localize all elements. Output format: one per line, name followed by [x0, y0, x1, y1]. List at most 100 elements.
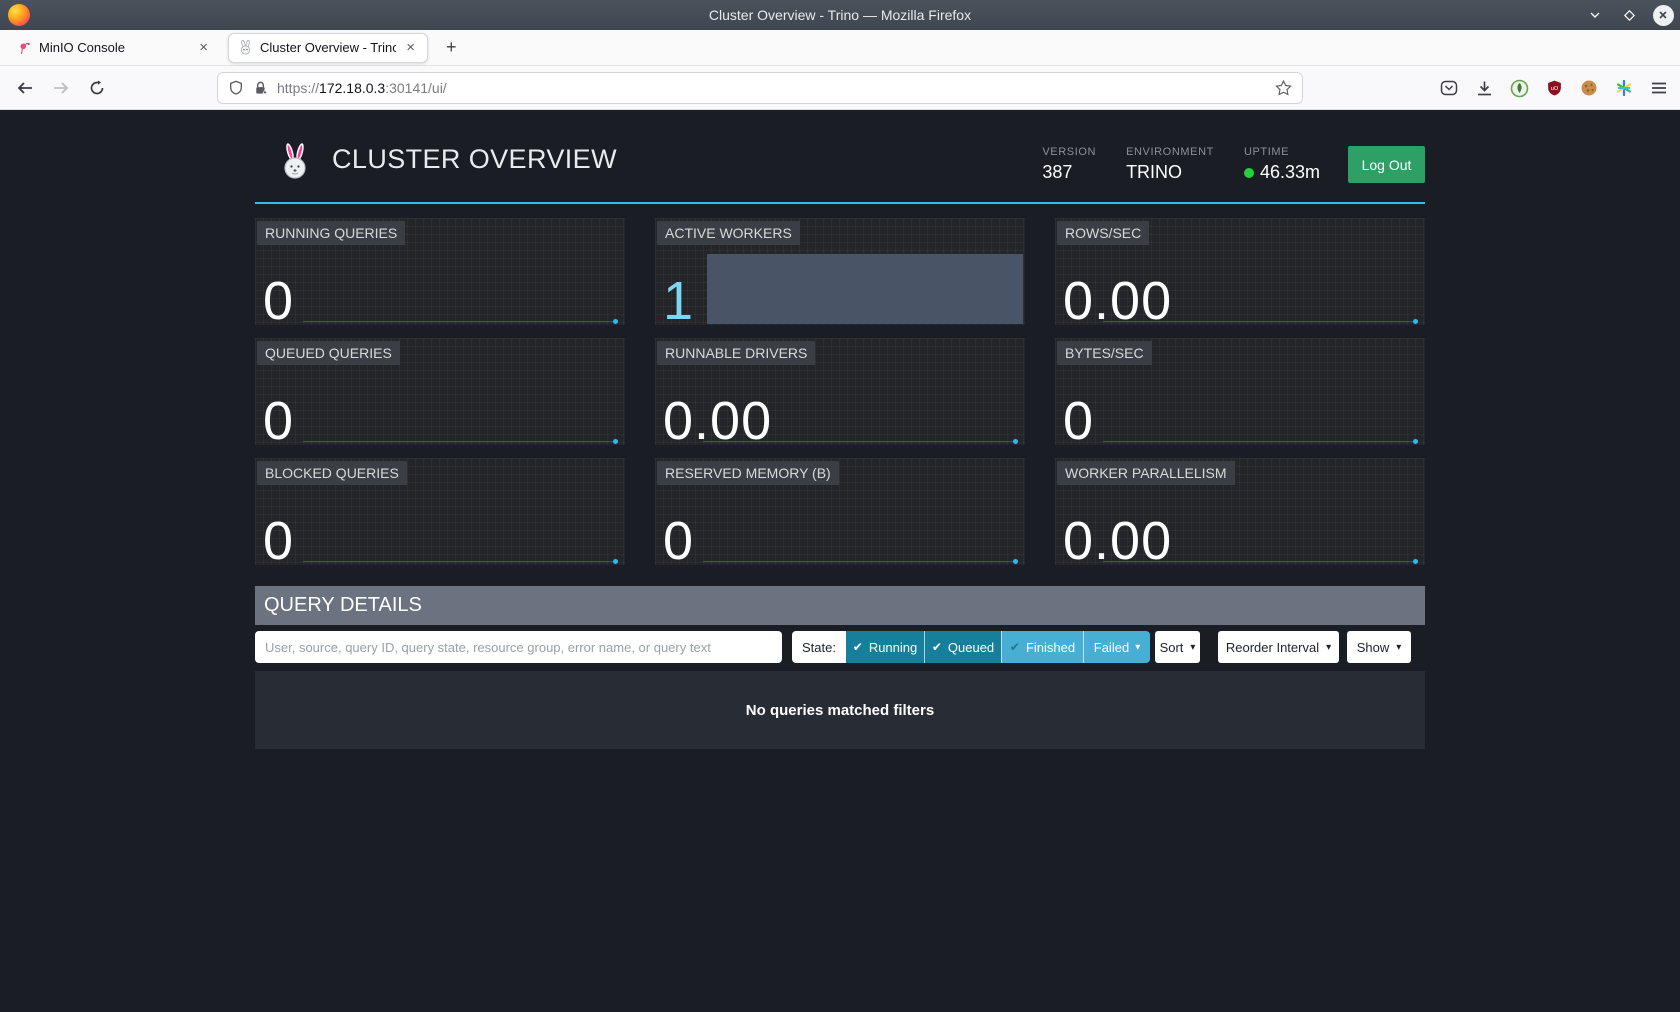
downloads-icon[interactable] — [1473, 77, 1495, 99]
svg-text:uO: uO — [1550, 86, 1558, 92]
reorder-interval-dropdown[interactable]: Reorder Interval ▾ — [1218, 631, 1339, 663]
sparkline-baseline — [1103, 441, 1417, 442]
uptime-block: UPTIME 46.33m — [1244, 146, 1320, 183]
check-icon: ✔ — [932, 640, 942, 654]
chevron-down-icon: ▾ — [1326, 642, 1331, 653]
metric-value: 1 — [663, 276, 694, 327]
sparkline-baseline — [303, 321, 617, 322]
pocket-icon[interactable] — [1438, 77, 1460, 99]
metric-card-bytes-per-sec: BYTES/SEC 0 — [1055, 338, 1425, 445]
lock-warning-icon[interactable] — [253, 80, 268, 96]
metric-card-rows-per-sec: ROWS/SEC 0.00 — [1055, 218, 1425, 325]
tab-cluster-overview[interactable]: Cluster Overview - Trino × — [228, 33, 428, 63]
environment-label: ENVIRONMENT — [1126, 146, 1214, 158]
url-host: 172.18.0.3 — [319, 80, 385, 96]
state-filter-label: State: — [792, 631, 846, 663]
metrics-grid: RUNNING QUERIES 0 ACTIVE WORKERS 1 ROWS/… — [255, 218, 1425, 565]
query-results-panel: No queries matched filters — [255, 671, 1425, 749]
tracking-shield-icon[interactable] — [228, 79, 244, 97]
metric-value: 0.00 — [1063, 516, 1172, 567]
reload-icon[interactable] — [82, 73, 112, 103]
filter-running-button[interactable]: ✔ Running — [846, 631, 924, 663]
metric-label: RUNNING QUERIES — [257, 221, 405, 245]
query-filter-row: State: ✔ Running ✔ Queued ✔ Finished Fa — [255, 631, 1425, 663]
empty-results-message: No queries matched filters — [746, 702, 934, 719]
sparkline-baseline — [703, 561, 1017, 562]
window-title: Cluster Overview - Trino — Mozilla Firef… — [709, 7, 971, 23]
window-minimize-icon[interactable] — [1584, 4, 1606, 26]
firefox-logo-icon — [8, 4, 30, 26]
tab-label: MinIO Console — [39, 40, 189, 55]
ublock-origin-icon[interactable]: uO — [1543, 77, 1565, 99]
toolbar-extensions: uO — [1438, 66, 1670, 110]
browser-toolbar: https://172.18.0.3:30141/ui/ uO — [0, 66, 1680, 110]
metric-card-worker-parallelism: WORKER PARALLELISM 0.00 — [1055, 458, 1425, 565]
menu-hamburger-icon[interactable] — [1648, 77, 1670, 99]
sparkline-baseline — [303, 441, 617, 442]
metric-label: WORKER PARALLELISM — [1057, 461, 1235, 485]
metric-label: BLOCKED QUERIES — [257, 461, 407, 485]
filter-failed-dropdown[interactable]: Failed ▾ — [1083, 631, 1150, 663]
trino-bunny-logo-icon — [279, 142, 311, 180]
privacy-badger-icon[interactable] — [1508, 77, 1530, 99]
cookie-icon[interactable] — [1578, 77, 1600, 99]
tab-close-icon[interactable]: × — [197, 39, 210, 56]
cluster-meta: VERSION 387 ENVIRONMENT TRINO UPTIME 46.… — [1042, 146, 1425, 183]
uptime-status-dot — [1244, 168, 1254, 178]
tab-label: Cluster Overview - Trino — [260, 40, 396, 55]
sparkline-baseline — [303, 561, 617, 562]
trino-header: CLUSTER OVERVIEW VERSION 387 ENVIRONMENT… — [255, 110, 1425, 204]
tab-strip: MinIO Console × Cluster Overview - Trino… — [0, 30, 1680, 66]
environment-block: ENVIRONMENT TRINO — [1126, 146, 1214, 183]
window-controls — [1584, 0, 1674, 30]
chevron-down-icon: ▾ — [1135, 642, 1140, 653]
metric-value: 0 — [663, 516, 694, 567]
metric-value: 0 — [263, 516, 294, 567]
window-maximize-icon[interactable] — [1618, 4, 1640, 26]
tab-minio-console[interactable]: MinIO Console × — [8, 33, 220, 63]
window-close-icon[interactable] — [1652, 4, 1674, 26]
metric-card-blocked-queries: BLOCKED QUERIES 0 — [255, 458, 625, 565]
back-icon[interactable] — [10, 73, 40, 103]
trino-bunny-favicon — [239, 40, 252, 55]
metric-value: 0 — [263, 396, 294, 447]
metric-label: ROWS/SEC — [1057, 221, 1149, 245]
version-block: VERSION 387 — [1042, 146, 1096, 183]
show-dropdown[interactable]: Show ▾ — [1347, 631, 1411, 663]
state-filter-group: State: ✔ Running ✔ Queued ✔ Finished Fa — [792, 631, 1150, 663]
filter-finished-button[interactable]: ✔ Finished — [1001, 631, 1083, 663]
metric-value: 0 — [263, 276, 294, 327]
sort-dropdown[interactable]: Sort ▾ — [1155, 631, 1200, 663]
query-search-input[interactable] — [255, 631, 782, 663]
metric-label: QUEUED QUERIES — [257, 341, 400, 365]
metric-card-active-workers: ACTIVE WORKERS 1 — [655, 218, 1025, 325]
url-bar[interactable]: https://172.18.0.3:30141/ui/ — [217, 72, 1303, 104]
container-asterisk-icon[interactable] — [1613, 77, 1635, 99]
metric-card-runnable-drivers: RUNNABLE DRIVERS 0.00 — [655, 338, 1025, 445]
metric-label: BYTES/SEC — [1057, 341, 1152, 365]
sparkline-area-fill — [707, 254, 1023, 324]
new-tab-button[interactable]: + — [440, 37, 463, 58]
uptime-value: 46.33m — [1244, 162, 1320, 183]
query-details-header: QUERY DETAILS — [255, 586, 1425, 625]
url-text: https://172.18.0.3:30141/ui/ — [277, 80, 1275, 96]
check-icon: ✔ — [1010, 640, 1020, 654]
version-value: 387 — [1042, 162, 1096, 183]
url-scheme: https:// — [277, 80, 319, 96]
metric-label: RUNNABLE DRIVERS — [657, 341, 815, 365]
version-label: VERSION — [1042, 146, 1096, 158]
filter-queued-button[interactable]: ✔ Queued — [924, 631, 1001, 663]
metric-card-reserved-memory: RESERVED MEMORY (B) 0 — [655, 458, 1025, 565]
tab-close-icon[interactable]: × — [404, 39, 417, 56]
forward-icon[interactable] — [46, 73, 76, 103]
url-path: :30141/ui/ — [385, 80, 447, 96]
check-icon: ✔ — [853, 640, 863, 654]
metric-label: RESERVED MEMORY (B) — [657, 461, 839, 485]
logout-button[interactable]: Log Out — [1348, 146, 1425, 183]
chevron-down-icon: ▾ — [1190, 642, 1195, 653]
bookmark-star-icon[interactable] — [1275, 80, 1292, 97]
metric-label: ACTIVE WORKERS — [657, 221, 800, 245]
chevron-down-icon: ▾ — [1396, 642, 1401, 653]
metric-card-queued-queries: QUEUED QUERIES 0 — [255, 338, 625, 445]
window-titlebar: Cluster Overview - Trino — Mozilla Firef… — [0, 0, 1680, 30]
